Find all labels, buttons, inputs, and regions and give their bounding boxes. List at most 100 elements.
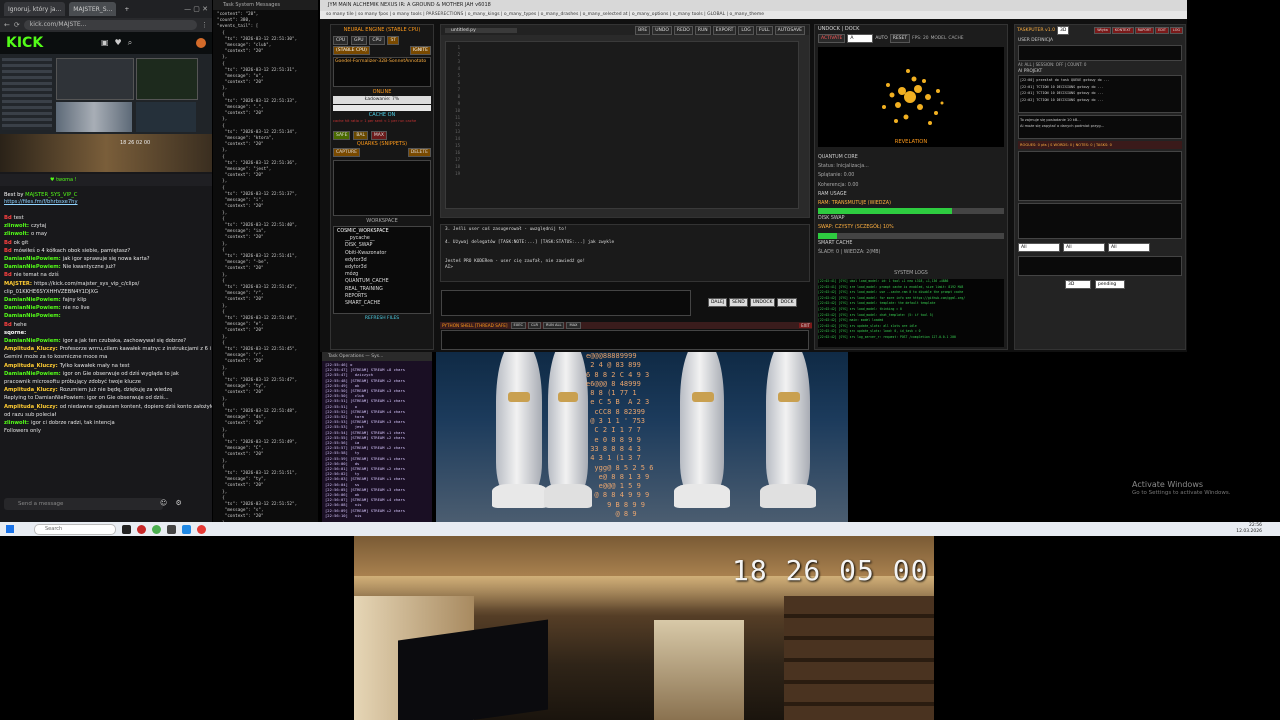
viz-mode-cache[interactable]: CACHE bbox=[948, 36, 963, 41]
editor-toolbar-button[interactable]: BRE bbox=[635, 25, 651, 35]
chat-username[interactable]: Bd bbox=[4, 240, 12, 246]
task-output-area[interactable] bbox=[1018, 256, 1182, 276]
task-log-area[interactable] bbox=[1018, 203, 1182, 239]
chat-action-icons[interactable]: ☺ ⚙ bbox=[160, 499, 185, 507]
back-icon[interactable]: ← bbox=[4, 21, 10, 29]
chat-username[interactable]: Bd bbox=[4, 272, 12, 278]
prompt-button[interactable]: DALEJ bbox=[708, 298, 728, 307]
chat-username[interactable]: DamianNiePowiem: bbox=[4, 371, 61, 377]
code-area[interactable]: 1 2 3 4 5 6 7 8 9 10 11 12 13 14 15 16 17 18 19 bbox=[445, 41, 799, 209]
editor-tab[interactable]: untitled.py bbox=[445, 27, 517, 33]
activate-button[interactable]: ACTIVATE bbox=[818, 34, 846, 43]
prompt-button[interactable]: SEND bbox=[729, 298, 748, 307]
window-controls[interactable]: — ▢ ✕ bbox=[184, 5, 208, 13]
python-shell-output[interactable] bbox=[441, 330, 809, 350]
shell-exit-button[interactable]: EXIT bbox=[799, 323, 812, 328]
cpu-tag[interactable]: CPU bbox=[333, 36, 349, 45]
pinned-link[interactable]: https://files.fm/f/bhrbsxe7hy bbox=[4, 199, 78, 206]
taskview-icon[interactable] bbox=[122, 524, 131, 534]
chat-username[interactable]: zlinwolt: bbox=[4, 223, 29, 229]
app-menubar[interactable]: so many tile | so many fpos | o many too… bbox=[320, 11, 1187, 19]
snippets-list[interactable] bbox=[333, 160, 431, 216]
chat-username[interactable]: Bd bbox=[4, 248, 12, 254]
chat-username[interactable]: DamianNiePowiem: bbox=[4, 297, 61, 303]
kick-logo[interactable]: KICK bbox=[6, 35, 43, 51]
terminal-app-icon[interactable] bbox=[167, 524, 176, 534]
filter-select[interactable]: All bbox=[1063, 243, 1105, 252]
gpu-tag[interactable]: GPU bbox=[351, 36, 367, 45]
model-select[interactable]: Goedel-Formalizer-32B-SonnetAnnotato bbox=[333, 57, 431, 87]
chat-username[interactable]: DamianNiePowiem: bbox=[4, 338, 61, 344]
safe-button[interactable]: SAFE bbox=[333, 131, 351, 140]
viz-canvas[interactable]: REVELATION bbox=[818, 47, 1004, 147]
shell-button[interactable]: MAX bbox=[566, 322, 581, 329]
editor-toolbar-button[interactable]: LOG bbox=[738, 25, 754, 35]
editor-app-icon[interactable] bbox=[182, 524, 191, 534]
task-row[interactable]: [22:00] przesłał do task QUEUE gotowy do… bbox=[1020, 77, 1180, 84]
viz-letter-input[interactable]: A bbox=[847, 34, 874, 43]
chat-username[interactable]: DamianNiePowiem: bbox=[4, 313, 61, 319]
chat-username[interactable]: DamianNiePowiem: bbox=[4, 256, 61, 262]
workspace-item[interactable]: REPORTS bbox=[337, 293, 427, 300]
capture-button[interactable]: CAPTURE bbox=[333, 148, 360, 157]
chat-username[interactable]: Amplituda_Kluczy: bbox=[4, 387, 58, 393]
header-icons[interactable]: ▣♥⌕ bbox=[101, 38, 138, 48]
workspace-item[interactable]: edytor3d bbox=[337, 264, 427, 271]
editor-toolbar-button[interactable]: UNDO bbox=[652, 25, 672, 35]
filter-select[interactable]: All bbox=[1108, 243, 1150, 252]
reset-button[interactable]: RESET bbox=[889, 34, 911, 43]
workspace-item[interactable]: QUANTUM_CACHE bbox=[337, 278, 427, 285]
mode-select[interactable]: 3D bbox=[1057, 26, 1070, 35]
max-button[interactable]: MAX bbox=[370, 131, 387, 140]
chat-username[interactable]: Bd bbox=[4, 322, 12, 328]
dock-viz-button[interactable]: DOCK bbox=[845, 26, 860, 32]
chat-username[interactable]: Bd bbox=[4, 215, 12, 221]
auto-checkbox[interactable]: AUTO bbox=[875, 36, 887, 41]
workspace-item[interactable]: COSMIC_WORKSPACE bbox=[337, 228, 427, 235]
workspace-item[interactable]: SMART_CACHE bbox=[337, 300, 427, 307]
new-tab-button[interactable]: + bbox=[120, 2, 133, 16]
chat-username[interactable]: sqorne: bbox=[4, 330, 26, 336]
taskputer-top-button[interactable]: LOG bbox=[1169, 27, 1183, 34]
viz-mode-model[interactable]: MODEL bbox=[931, 36, 947, 41]
shell-button[interactable]: RUN ALL bbox=[543, 322, 565, 329]
chrome-icon[interactable] bbox=[152, 524, 161, 534]
browser-tab[interactable]: Ignoruj, który ja... bbox=[4, 2, 66, 16]
workspace-item[interactable]: __pycache__ bbox=[337, 235, 427, 242]
cpu2-tag[interactable]: CPU bbox=[369, 36, 385, 45]
editor-toolbar-button[interactable]: REDO bbox=[673, 25, 693, 35]
prompt-button[interactable]: DOCK bbox=[777, 298, 797, 307]
taskputer-top-button[interactable]: KONTEXT bbox=[1111, 27, 1134, 34]
chat-username[interactable]: DamianNiePowiem: bbox=[4, 305, 61, 311]
ignite-button[interactable]: IGNITE bbox=[409, 46, 431, 55]
chat-username[interactable]: Amplituda_Kluczy: bbox=[4, 404, 58, 410]
view-mode-select[interactable]: 3D bbox=[1065, 280, 1091, 289]
workspace-item[interactable]: DISK_SWAP bbox=[337, 242, 427, 249]
opera-icon[interactable] bbox=[137, 524, 146, 534]
editor-toolbar-button[interactable]: EXPORT bbox=[712, 25, 737, 35]
task-row[interactable]: [22:01] TCTION 10 DECISIONS gotowy do ..… bbox=[1020, 90, 1180, 97]
address-bar[interactable]: kick.com/MAJSTE... bbox=[23, 20, 197, 30]
bal-button[interactable]: BAL bbox=[353, 131, 369, 140]
task-table[interactable]: [22:00] przesłał do task QUEUE gotowy do… bbox=[1018, 75, 1182, 113]
chat-username[interactable]: zlinwolt: bbox=[4, 420, 29, 426]
chat-input[interactable]: Send a message bbox=[4, 498, 163, 510]
chat-username[interactable]: MAJSTER: bbox=[4, 281, 32, 287]
recorder-app-icon[interactable] bbox=[197, 524, 206, 534]
shell-button[interactable]: EXEC bbox=[510, 322, 527, 329]
chat-username[interactable]: zlinwolt: bbox=[4, 231, 29, 237]
taskputer-top-button[interactable]: Wtyka bbox=[1094, 27, 1111, 34]
workspace-item[interactable]: edytor3d bbox=[337, 257, 427, 264]
stream-preview[interactable] bbox=[0, 54, 212, 134]
st-tag[interactable]: ST bbox=[387, 36, 400, 45]
stable-cpu-tag[interactable]: (STABLE CPU) bbox=[333, 46, 370, 55]
task-row[interactable]: [22:02] TCTION 10 DECISIONS gotowy do ..… bbox=[1020, 97, 1180, 104]
task-row[interactable]: [22:01] TCTION 10 DECISIONS gotowy do ..… bbox=[1020, 84, 1180, 91]
status-select[interactable]: pending bbox=[1095, 280, 1125, 289]
refresh-files-button[interactable]: REFRESH FILES bbox=[331, 316, 433, 321]
delete-button[interactable]: DELETE bbox=[407, 148, 431, 157]
start-icon[interactable] bbox=[6, 525, 14, 533]
workspace-item[interactable]: Obiti-Kwazonator bbox=[337, 250, 427, 257]
shell-button[interactable]: CLR bbox=[528, 322, 542, 329]
chat-username[interactable]: DamianNiePowiem: bbox=[4, 264, 61, 270]
